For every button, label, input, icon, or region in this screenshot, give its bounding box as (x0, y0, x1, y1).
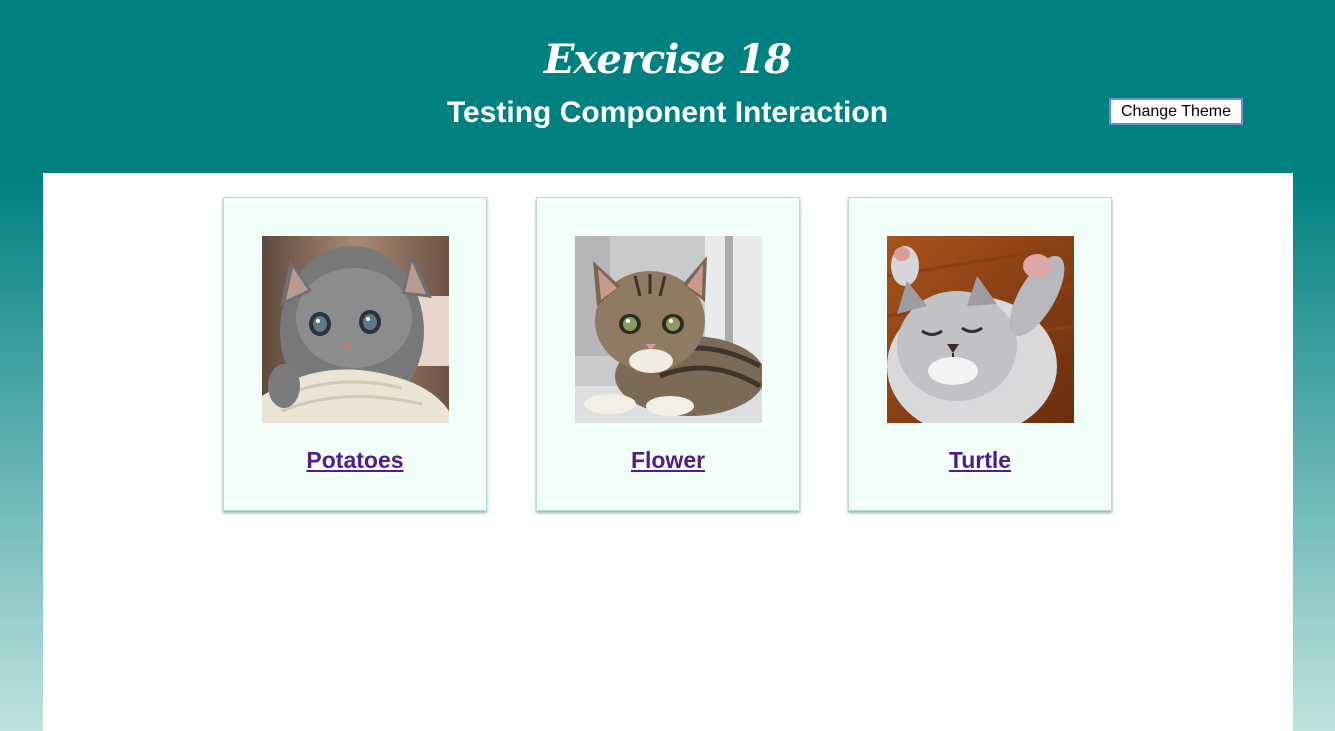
page-title: Exercise 18 (544, 36, 792, 83)
kitten-tabby-image (575, 236, 762, 423)
kitten-sleeping-image (887, 236, 1074, 423)
page-header: Exercise 18 Testing Component Interactio… (0, 0, 1335, 173)
cat-card: Turtle (848, 197, 1112, 511)
main-content: Potatoes Flower Turtle (43, 173, 1293, 731)
cat-photo (887, 236, 1074, 423)
cat-photo (262, 236, 449, 423)
kitten-gray-image (262, 236, 449, 423)
cat-photo (575, 236, 762, 423)
cat-name-link[interactable]: Flower (537, 446, 799, 474)
cat-name-link[interactable]: Turtle (849, 446, 1111, 474)
cat-card: Potatoes (223, 197, 487, 511)
cat-card: Flower (536, 197, 800, 511)
cat-name-link[interactable]: Potatoes (224, 446, 486, 474)
change-theme-button[interactable]: Change Theme (1109, 98, 1243, 125)
